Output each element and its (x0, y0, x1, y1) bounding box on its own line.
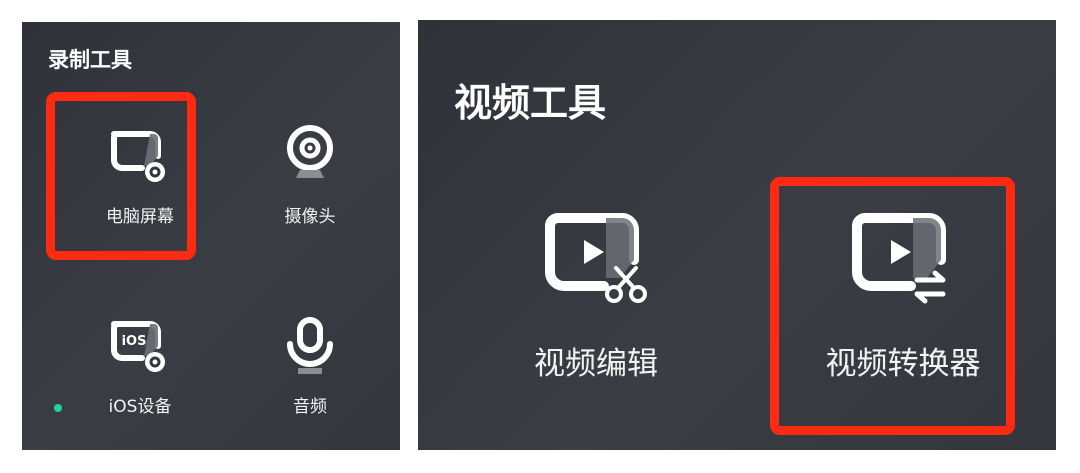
video-convert-icon (852, 213, 946, 304)
video-convert-button[interactable]: 视频转换器 (803, 210, 1003, 383)
screen-record-label: 电脑屏幕 (106, 207, 174, 227)
audio-label: 音频 (293, 397, 327, 417)
video-edit-label: 视频编辑 (534, 346, 658, 382)
video-convert-label: 视频转换器 (825, 346, 981, 382)
screen-record-button[interactable]: 电脑屏幕 (80, 124, 200, 227)
ios-device-label: iOS设备 (108, 397, 172, 417)
recording-tools-title: 录制工具 (48, 48, 132, 72)
video-tools-panel: 视频工具 视频编辑 视频转换器 (418, 20, 1056, 450)
video-edit-button[interactable]: 视频编辑 (506, 210, 686, 383)
webcam-button[interactable]: 摄像头 (250, 122, 370, 227)
webcam-label: 摄像头 (284, 207, 336, 227)
video-edit-icon (545, 213, 647, 303)
video-tools-title: 视频工具 (454, 81, 607, 125)
ios-device-icon: iOS (111, 321, 165, 372)
audio-button[interactable]: 音频 (250, 314, 370, 417)
webcam-icon (287, 125, 333, 178)
ios-device-button[interactable]: iOS iOS设备 (80, 314, 200, 417)
ios-status-dot (54, 404, 62, 412)
recording-tools-panel: 录制工具 电脑屏幕 摄像头 iOS iOS设备 音频 (22, 22, 400, 450)
ios-badge-text: iOS (122, 334, 147, 349)
screen-record-icon (111, 131, 165, 182)
microphone-icon (287, 317, 333, 374)
